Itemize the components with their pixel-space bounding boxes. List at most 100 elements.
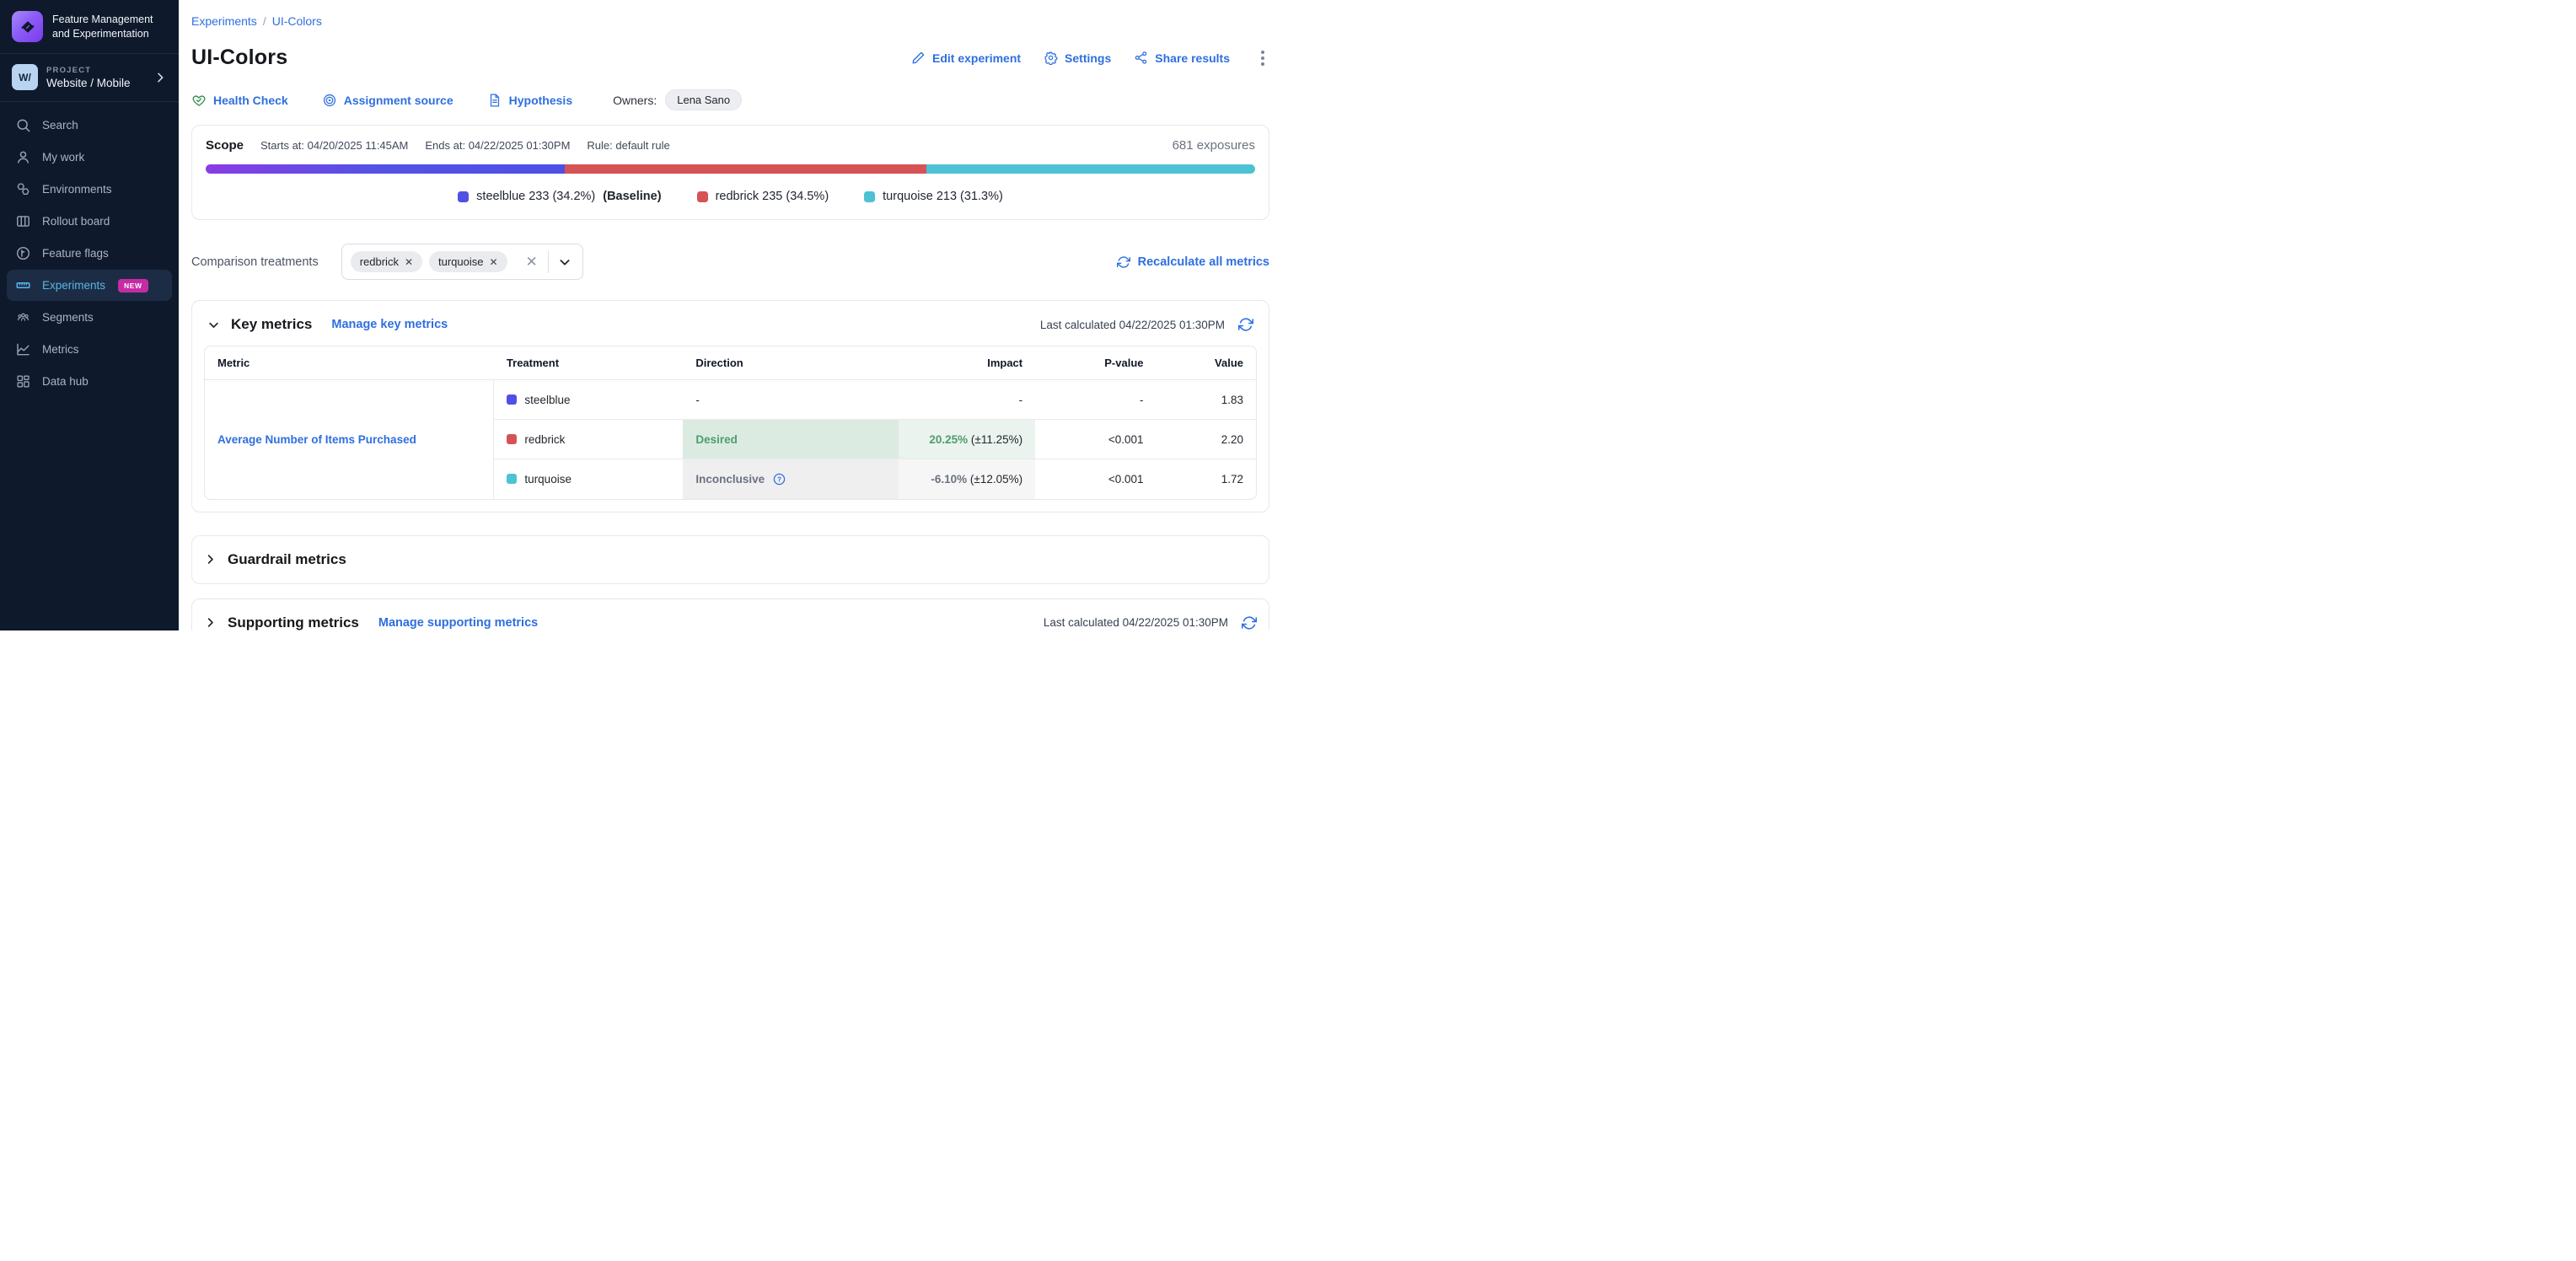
treatments-multiselect[interactable]: redbrick ✕ turquoise ✕ ✕: [341, 244, 583, 280]
sidebar-item-environments[interactable]: Environments: [7, 174, 172, 205]
col-metric: Metric: [205, 346, 494, 380]
remove-chip-icon[interactable]: ✕: [490, 257, 498, 267]
svg-text:?: ?: [777, 475, 781, 483]
hypothesis-link[interactable]: Hypothesis: [487, 93, 572, 108]
owners-group: Owners: Lena Sano: [613, 89, 742, 110]
more-options-button[interactable]: [1256, 47, 1269, 69]
section-title: Supporting metrics: [228, 614, 359, 631]
treatment-cell: steelblue: [494, 380, 683, 420]
sidebar-item-label: Search: [42, 119, 78, 131]
settings-button[interactable]: Settings: [1044, 51, 1111, 65]
value-cell: 2.20: [1157, 420, 1257, 459]
last-calculated-text: Last calculated 04/22/2025 01:30PM: [1044, 616, 1228, 629]
key-metrics-table: Metric Treatment Direction Impact P-valu…: [205, 346, 1256, 499]
clear-all-icon[interactable]: ✕: [522, 254, 540, 271]
bar-segment-steelblue: [206, 164, 565, 174]
legend-item-turquoise: turquoise 213 (31.3%): [864, 190, 1003, 203]
manage-supporting-metrics-link[interactable]: Manage supporting metrics: [378, 616, 538, 630]
key-metrics-header: Key metrics Manage key metrics Last calc…: [204, 311, 1257, 335]
turquoise-swatch: [507, 474, 517, 484]
ruler-icon: [15, 277, 31, 293]
recalculate-all-metrics-button[interactable]: Recalculate all metrics: [1117, 255, 1269, 269]
share-icon: [1134, 51, 1148, 65]
grid-squares-icon: [15, 373, 31, 389]
chevron-down-icon[interactable]: [555, 255, 574, 269]
legend-item-redbrick: redbrick 235 (34.5%): [697, 190, 829, 203]
refresh-icon[interactable]: [1242, 615, 1257, 630]
treatment-cell: redbrick: [494, 420, 683, 459]
section-title: Guardrail metrics: [228, 551, 346, 568]
project-name: Website / Mobile: [46, 77, 131, 89]
manage-key-metrics-link[interactable]: Manage key metrics: [331, 318, 448, 331]
sidebar-item-experiments[interactable]: Experiments NEW: [7, 270, 172, 301]
col-p-value: P-value: [1035, 346, 1156, 380]
chip-turquoise[interactable]: turquoise ✕: [429, 251, 507, 272]
user-icon: [15, 149, 31, 165]
edit-experiment-button[interactable]: Edit experiment: [911, 51, 1021, 65]
sidebar: Feature Management and Experimentation W…: [0, 0, 179, 630]
value-cell: 1.72: [1157, 459, 1257, 499]
document-icon: [487, 93, 502, 108]
collapse-chevron-right-icon[interactable]: [204, 553, 217, 566]
sidebar-item-my-work[interactable]: My work: [7, 142, 172, 173]
col-impact: Impact: [899, 346, 1035, 380]
sidebar-item-label: Metrics: [42, 343, 79, 356]
assignment-source-link[interactable]: Assignment source: [322, 93, 453, 108]
sidebar-item-metrics[interactable]: Metrics: [7, 334, 172, 365]
steelblue-swatch: [458, 191, 469, 202]
app-title: Feature Management and Experimentation: [52, 13, 167, 41]
sidebar-item-search[interactable]: Search: [7, 110, 172, 141]
treatment-distribution-bar: [206, 164, 1255, 174]
steelblue-swatch: [507, 394, 517, 405]
new-badge: NEW: [118, 279, 148, 292]
direction-cell: Inconclusive ?: [683, 459, 899, 499]
main-content: Experiments / UI-Colors UI-Colors Edit e…: [179, 0, 1288, 630]
sidebar-item-data-hub[interactable]: Data hub: [7, 366, 172, 397]
last-calculated-text: Last calculated 04/22/2025 01:30PM: [1040, 319, 1225, 331]
breadcrumb-experiments-link[interactable]: Experiments: [191, 14, 257, 28]
breadcrumb: Experiments / UI-Colors: [191, 0, 1269, 28]
app-logo-icon: [12, 11, 43, 42]
refresh-icon[interactable]: [1238, 317, 1253, 332]
owners-label: Owners:: [613, 94, 657, 107]
project-switcher[interactable]: W/ PROJECT Website / Mobile: [0, 54, 179, 102]
remove-chip-icon[interactable]: ✕: [405, 257, 413, 267]
direction-cell: Desired: [683, 420, 899, 459]
share-results-button[interactable]: Share results: [1134, 51, 1230, 65]
metric-cell: Average Number of Items Purchased: [205, 380, 494, 499]
guardrail-header: Guardrail metrics: [204, 551, 1257, 568]
title-row: UI-Colors Edit experiment Settings Share…: [191, 46, 1269, 70]
bar-segment-redbrick: [565, 164, 927, 174]
people-icon: [15, 309, 31, 325]
sidebar-item-feature-flags[interactable]: Feature flags: [7, 238, 172, 269]
redbrick-swatch: [507, 434, 517, 444]
breadcrumb-current-link[interactable]: UI-Colors: [272, 14, 322, 28]
sidebar-item-label: My work: [42, 151, 84, 164]
last-calculated-group: Last calculated 04/22/2025 01:30PM: [1040, 317, 1253, 332]
owner-chip[interactable]: Lena Sano: [665, 89, 742, 110]
scope-rule: Rule: default rule: [587, 139, 669, 152]
collapse-chevron-down-icon[interactable]: [207, 319, 220, 331]
scope-title: Scope: [206, 138, 244, 153]
chevron-right-icon: [153, 71, 167, 84]
collapse-chevron-right-icon[interactable]: [204, 616, 217, 629]
sidebar-item-label: Data hub: [42, 375, 89, 388]
supporting-metrics-section: Supporting metrics Manage supporting met…: [191, 598, 1269, 631]
sidebar-item-segments[interactable]: Segments: [7, 302, 172, 333]
chip-redbrick[interactable]: redbrick ✕: [351, 251, 422, 272]
help-question-icon[interactable]: ?: [772, 472, 786, 486]
health-check-link[interactable]: Health Check: [191, 93, 288, 108]
project-label: PROJECT: [46, 66, 131, 75]
table-row-steelblue: Average Number of Items Purchased steelb…: [205, 380, 1256, 420]
turquoise-swatch: [864, 191, 875, 202]
experiment-meta-row: Health Check Assignment source Hypothesi…: [191, 89, 1269, 110]
sidebar-item-rollout-board[interactable]: Rollout board: [7, 206, 172, 237]
sidebar-nav: Search My work Environments Rollout boar…: [0, 102, 179, 405]
sidebar-item-label: Environments: [42, 183, 112, 196]
bar-segment-turquoise: [926, 164, 1255, 174]
last-calculated-group: Last calculated 04/22/2025 01:30PM: [1044, 615, 1257, 630]
p-value-cell: -: [1035, 380, 1156, 420]
pencil-icon: [911, 51, 926, 65]
metric-name-link[interactable]: Average Number of Items Purchased: [217, 433, 416, 446]
col-value: Value: [1157, 346, 1257, 380]
